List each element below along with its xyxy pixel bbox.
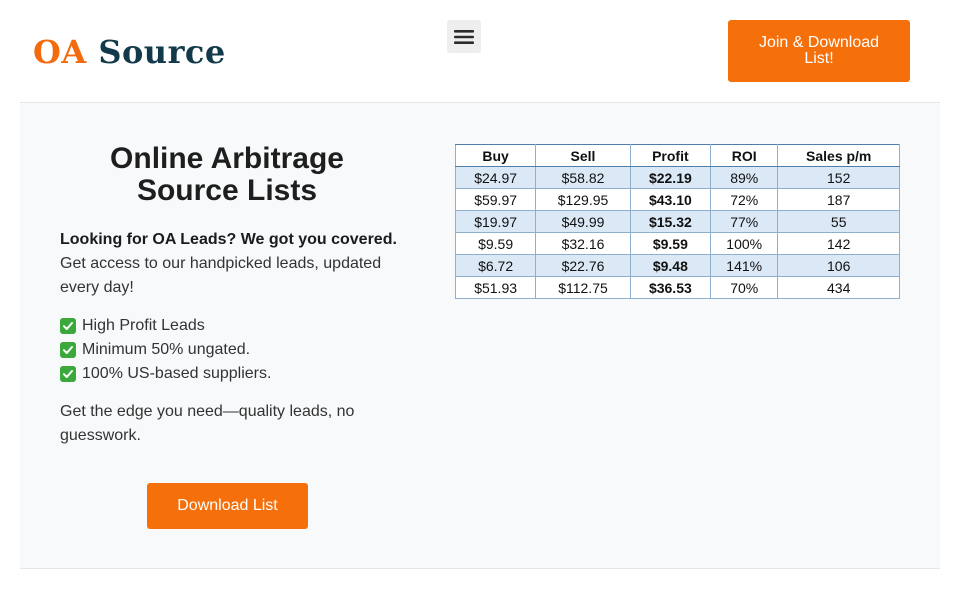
check-mark-icon	[60, 342, 76, 358]
page-title: Online Arbitrage Source Lists	[110, 142, 344, 207]
site-header: OA Source Join & Download List!	[0, 0, 960, 102]
feature-label: High Profit Leads	[82, 317, 205, 334]
cell-profit: $15.32	[629, 210, 712, 233]
cell-buy: $24.97	[454, 166, 537, 189]
feature-label: 100% US-based suppliers.	[82, 365, 272, 382]
cell-buy: $6.72	[454, 254, 537, 277]
feature-item: High Profit Leads	[60, 314, 400, 338]
cell-profit: $9.59	[629, 232, 712, 255]
join-download-button[interactable]: Join & Download List!	[728, 20, 910, 82]
cell-roi: 89%	[709, 166, 779, 189]
table-header-row: Buy Sell Profit ROI Sales p/m	[454, 144, 900, 167]
cell-profit: $9.48	[629, 254, 712, 277]
cell-roi: 70%	[709, 276, 779, 299]
col-header-sell: Sell	[535, 144, 631, 167]
table-row: $9.59 $32.16 $9.59 100% 142	[454, 232, 900, 255]
feature-label: Minimum 50% ungated.	[82, 341, 251, 358]
leads-table-image: Buy Sell Profit ROI Sales p/m $24.97 $58…	[454, 144, 900, 299]
feature-list: High Profit Leads Minimum 50% ungated. 1…	[60, 314, 400, 386]
cell-buy: $19.97	[454, 210, 537, 233]
hamburger-icon	[454, 29, 474, 44]
cell-roi: 72%	[709, 188, 779, 211]
cell-buy: $51.93	[454, 276, 537, 299]
cell-sell: $22.76	[535, 254, 631, 277]
col-header-buy: Buy	[454, 144, 537, 167]
cell-sales: 106	[777, 254, 900, 277]
site-logo[interactable]: OA Source	[33, 32, 226, 72]
table-row: $19.97 $49.99 $15.32 77% 55	[454, 210, 900, 233]
cell-sales: 434	[777, 276, 900, 299]
menu-toggle-button[interactable]	[447, 20, 481, 53]
cell-sell: $32.16	[535, 232, 631, 255]
cell-profit: $43.10	[629, 188, 712, 211]
download-list-button[interactable]: Download List	[147, 483, 308, 529]
cell-sell: $112.75	[535, 276, 631, 299]
cell-sales: 187	[777, 188, 900, 211]
cell-sales: 55	[777, 210, 900, 233]
col-header-roi: ROI	[709, 144, 779, 167]
cell-buy: $59.97	[454, 188, 537, 211]
cell-sell: $58.82	[535, 166, 631, 189]
logo-oa: OA	[33, 33, 87, 71]
cell-sell: $129.95	[535, 188, 631, 211]
edge-paragraph: Get the edge you need—quality leads, no …	[60, 403, 355, 444]
cell-profit: $22.19	[629, 166, 712, 189]
table-row: $59.97 $129.95 $43.10 72% 187	[454, 188, 900, 211]
leads-table: Buy Sell Profit ROI Sales p/m $24.97 $58…	[454, 144, 900, 299]
check-mark-icon	[60, 366, 76, 382]
cell-sell: $49.99	[535, 210, 631, 233]
table-row: $24.97 $58.82 $22.19 89% 152	[454, 166, 900, 189]
cell-roi: 100%	[709, 232, 779, 255]
lead-bold-text: Looking for OA Leads? We got you covered…	[60, 231, 397, 248]
check-mark-icon	[60, 318, 76, 334]
feature-item: Minimum 50% ungated.	[60, 338, 400, 362]
logo-source: Source	[98, 33, 226, 71]
cell-profit: $36.53	[629, 276, 712, 299]
hero-section: Online Arbitrage Source Lists Looking fo…	[20, 102, 940, 569]
cell-sales: 152	[777, 166, 900, 189]
cell-roi: 77%	[709, 210, 779, 233]
lead-text: Get access to our handpicked leads, upda…	[60, 255, 382, 296]
cell-sales: 142	[777, 232, 900, 255]
col-header-sales: Sales p/m	[777, 144, 900, 167]
cell-buy: $9.59	[454, 232, 537, 255]
feature-item: 100% US-based suppliers.	[60, 362, 400, 386]
lead-paragraph: Looking for OA Leads? We got you covered…	[60, 228, 400, 300]
table-row: $6.72 $22.76 $9.48 141% 106	[454, 254, 900, 277]
cell-roi: 141%	[709, 254, 779, 277]
col-header-profit: Profit	[629, 144, 712, 167]
table-row: $51.93 $112.75 $36.53 70% 434	[454, 276, 900, 299]
